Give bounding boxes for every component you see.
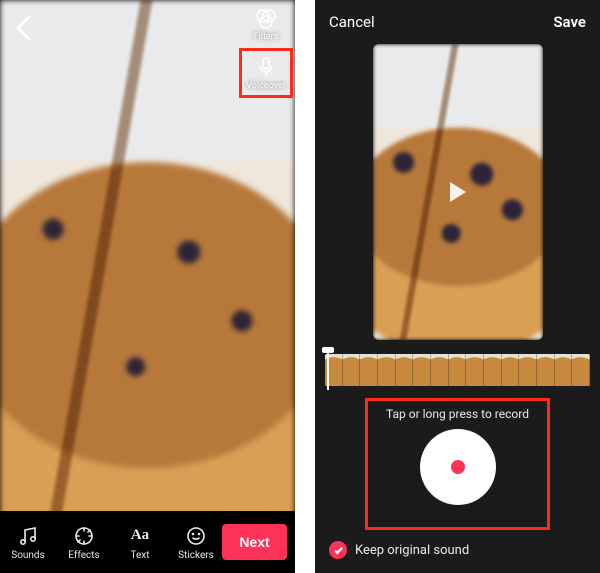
- timeline-frame: [396, 354, 414, 386]
- stickers-button[interactable]: Stickers: [170, 524, 222, 561]
- filters-button[interactable]: Filters: [242, 6, 290, 42]
- timeline-frame: [360, 354, 378, 386]
- timeline-frame: [484, 354, 502, 386]
- timeline-frame: [555, 354, 573, 386]
- voiceover-label: Voiceover: [246, 81, 286, 91]
- record-button[interactable]: [420, 429, 496, 505]
- checkmark-icon: [329, 541, 347, 559]
- timeline-frame: [413, 354, 431, 386]
- effects-button[interactable]: Effects: [58, 524, 110, 561]
- chevron-left-icon: [6, 10, 42, 46]
- record-hint: Tap or long press to record: [386, 407, 529, 421]
- record-dot-icon: [451, 460, 465, 474]
- editor-screen: Filters Voiceover Sounds Effects: [0, 0, 295, 573]
- microphone-icon: [254, 55, 278, 79]
- timeline-frame: [431, 354, 449, 386]
- timeline-frame: [378, 354, 396, 386]
- text-button[interactable]: Aa Text: [114, 524, 166, 561]
- timeline[interactable]: [325, 354, 590, 386]
- save-button[interactable]: Save: [553, 13, 586, 31]
- music-note-icon: [16, 524, 40, 548]
- timeline-frame: [519, 354, 537, 386]
- next-button[interactable]: Next: [222, 524, 287, 560]
- voiceover-button[interactable]: Voiceover: [239, 48, 293, 98]
- voiceover-preview[interactable]: [373, 44, 543, 340]
- play-icon: [450, 182, 466, 202]
- timeline-frame: [537, 354, 555, 386]
- timeline-playhead[interactable]: [327, 350, 329, 390]
- timeline-frame: [572, 354, 590, 386]
- back-button[interactable]: [6, 10, 42, 46]
- sounds-button[interactable]: Sounds: [2, 524, 54, 561]
- voiceover-screen: Cancel Save Tap or long: [315, 0, 600, 573]
- keep-original-sound-label: Keep original sound: [355, 543, 469, 558]
- sounds-label: Sounds: [11, 550, 44, 561]
- text-icon: Aa: [131, 524, 149, 548]
- timeline-frame: [449, 354, 467, 386]
- effects-icon: [72, 524, 96, 548]
- timeline-frame: [466, 354, 484, 386]
- filters-label: Filters: [254, 32, 279, 42]
- filters-icon: [254, 6, 278, 30]
- timeline-frame: [502, 354, 520, 386]
- editor-bottom-bar: Sounds Effects Aa Text Stickers Next: [0, 511, 295, 573]
- effects-label: Effects: [68, 550, 99, 561]
- record-area: Tap or long press to record: [365, 398, 550, 530]
- keep-original-sound-toggle[interactable]: Keep original sound: [329, 541, 469, 559]
- text-label: Text: [130, 550, 149, 561]
- sticker-icon: [184, 524, 208, 548]
- cancel-button[interactable]: Cancel: [329, 13, 375, 31]
- timeline-frame: [343, 354, 361, 386]
- stickers-label: Stickers: [178, 550, 214, 561]
